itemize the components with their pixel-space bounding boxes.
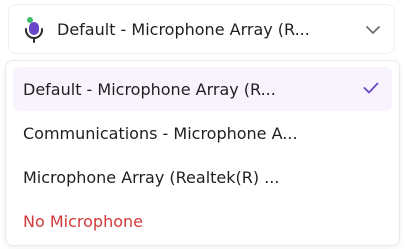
chevron-down-icon[interactable] [365,23,381,37]
menu-item-label: Default - Microphone Array (R... [23,79,276,99]
menu-item-microphone-array-realtek[interactable]: Microphone Array (Realtek(R) ... [13,155,392,199]
selected-microphone-label: Default - Microphone Array (R... [57,20,310,39]
menu-item-label: Communications - Microphone A... [23,123,298,143]
menu-item-communications-microphone[interactable]: Communications - Microphone A... [13,111,392,155]
microphone-menu: Default - Microphone Array (R... Communi… [5,60,400,246]
checkmark-icon [363,82,379,94]
menu-item-label: Microphone Array (Realtek(R) ... [23,167,280,187]
microphone-icon [25,17,43,43]
menu-item-no-microphone[interactable]: No Microphone [13,199,392,243]
microphone-select[interactable]: Default - Microphone Array (R... [8,4,395,54]
menu-item-label: No Microphone [23,211,143,231]
menu-item-default-microphone-array[interactable]: Default - Microphone Array (R... [13,67,392,111]
